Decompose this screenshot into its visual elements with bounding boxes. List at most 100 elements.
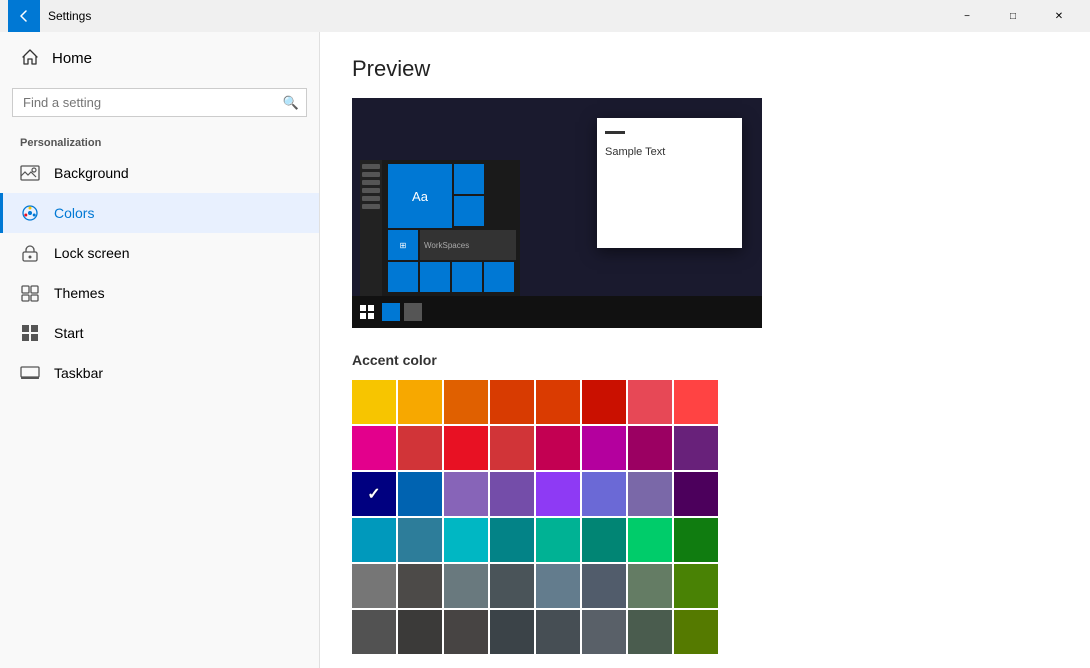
sidebar-item-lock-screen[interactable]: Lock screen (0, 233, 319, 273)
color-swatch[interactable] (536, 380, 580, 424)
color-swatch[interactable] (582, 518, 626, 562)
preview-dialog: Sample Text (597, 118, 742, 248)
tile-workspace: WorkSpaces (420, 230, 516, 260)
color-swatch[interactable] (398, 518, 442, 562)
tile-row: Aa (388, 164, 516, 228)
color-swatch[interactable] (398, 472, 442, 516)
color-swatch[interactable] (536, 564, 580, 608)
color-swatch[interactable] (628, 380, 672, 424)
sidebar-item-background[interactable]: Background (0, 153, 319, 193)
color-swatch[interactable] (398, 564, 442, 608)
color-swatch[interactable] (490, 380, 534, 424)
color-swatch[interactable] (582, 472, 626, 516)
color-swatch[interactable] (674, 472, 718, 516)
menu-sidebar-item (362, 188, 380, 193)
lock-screen-label: Lock screen (54, 245, 129, 261)
color-swatch[interactable] (674, 518, 718, 562)
color-swatch[interactable] (674, 426, 718, 470)
color-swatch[interactable] (536, 518, 580, 562)
menu-sidebar-item (362, 164, 380, 169)
color-swatch[interactable] (352, 610, 396, 654)
color-swatch[interactable] (582, 380, 626, 424)
sidebar-item-colors[interactable]: Colors (0, 193, 319, 233)
titlebar: Settings − □ ✕ (0, 0, 1090, 32)
color-swatch[interactable] (352, 472, 396, 516)
taskbar-icon (20, 363, 40, 383)
sample-text: Sample Text (605, 146, 734, 158)
color-row (352, 518, 1058, 562)
color-swatch[interactable] (490, 426, 534, 470)
color-swatch[interactable] (628, 564, 672, 608)
color-swatch[interactable] (628, 610, 672, 654)
color-swatch[interactable] (444, 518, 488, 562)
color-swatch[interactable] (352, 426, 396, 470)
sidebar-item-taskbar[interactable]: Taskbar (0, 353, 319, 393)
color-swatch[interactable] (490, 518, 534, 562)
color-swatch[interactable] (582, 564, 626, 608)
color-swatch[interactable] (352, 564, 396, 608)
color-swatch[interactable] (628, 518, 672, 562)
color-swatch[interactable] (582, 426, 626, 470)
start-icon (20, 323, 40, 343)
color-swatch[interactable] (628, 472, 672, 516)
sidebar-item-start[interactable]: Start (0, 313, 319, 353)
color-swatch[interactable] (444, 380, 488, 424)
color-swatch[interactable] (398, 610, 442, 654)
taskbar-label: Taskbar (54, 365, 103, 381)
color-swatch[interactable] (398, 426, 442, 470)
colors-label: Colors (54, 205, 94, 221)
tile-sm-3b (420, 262, 450, 292)
color-swatch[interactable] (444, 426, 488, 470)
preview-box: Sample Text Aa (352, 98, 762, 328)
logo-text: ⊞ (400, 241, 407, 250)
tile-aa: Aa (388, 164, 452, 228)
color-swatch[interactable] (674, 610, 718, 654)
tile-row-2: ⊞ WorkSpaces (388, 230, 516, 260)
color-swatch[interactable] (536, 610, 580, 654)
color-swatch[interactable] (444, 610, 488, 654)
color-swatch[interactable] (628, 426, 672, 470)
preview-taskbar-icon (382, 303, 400, 321)
preview-taskbar (352, 296, 762, 328)
minimize-button[interactable]: − (944, 0, 990, 32)
themes-label: Themes (54, 285, 105, 301)
personalization-label: Personalization (0, 129, 319, 153)
home-icon (20, 48, 40, 68)
color-swatch[interactable] (582, 610, 626, 654)
window-controls: − □ ✕ (944, 0, 1082, 32)
tile-sm-3d (484, 262, 514, 292)
tile-col (454, 164, 484, 228)
back-button[interactable] (8, 0, 40, 32)
color-row (352, 564, 1058, 608)
color-swatch[interactable] (352, 518, 396, 562)
color-row (352, 380, 1058, 424)
menu-sidebar-item (362, 196, 380, 201)
page-title: Preview (352, 56, 1058, 82)
color-swatch[interactable] (352, 380, 396, 424)
preview-start-menu: Aa ⊞ WorkSpaces (360, 160, 520, 296)
maximize-button[interactable]: □ (990, 0, 1036, 32)
tile-row-3 (388, 262, 516, 292)
sidebar-item-themes[interactable]: Themes (0, 273, 319, 313)
color-swatch[interactable] (674, 564, 718, 608)
color-swatch[interactable] (490, 610, 534, 654)
tile-logo: ⊞ (388, 230, 418, 260)
color-swatch[interactable] (536, 426, 580, 470)
color-grid (352, 380, 1058, 654)
color-swatch[interactable] (536, 472, 580, 516)
search-input[interactable] (12, 88, 307, 117)
sidebar-item-home[interactable]: Home (0, 32, 319, 84)
tile-sm (454, 164, 484, 194)
color-swatch[interactable] (444, 472, 488, 516)
color-swatch[interactable] (398, 380, 442, 424)
colors-icon (20, 203, 40, 223)
preview-tiles: Aa ⊞ WorkSpaces (388, 164, 516, 292)
color-swatch[interactable] (490, 564, 534, 608)
color-swatch[interactable] (674, 380, 718, 424)
color-swatch[interactable] (490, 472, 534, 516)
tile-sm (454, 196, 484, 226)
tile-sm-3a (388, 262, 418, 292)
color-swatch[interactable] (444, 564, 488, 608)
close-button[interactable]: ✕ (1036, 0, 1082, 32)
search-box: 🔍 (12, 88, 307, 117)
